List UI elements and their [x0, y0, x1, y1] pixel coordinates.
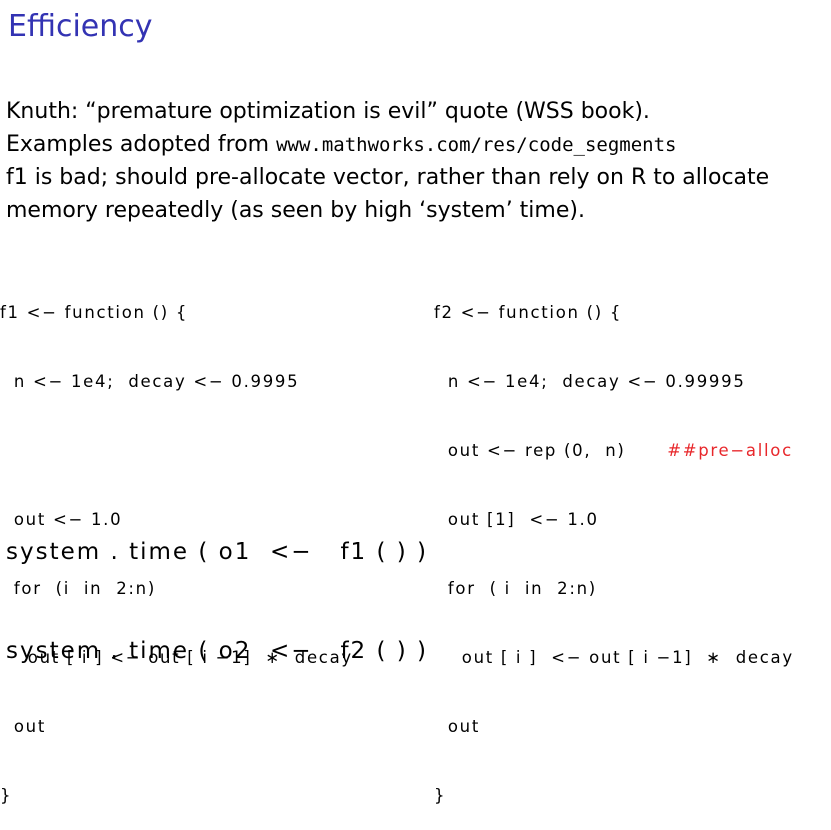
- code-line: }: [434, 786, 447, 805]
- f1-bad-line: f1 is bad; should pre-allocate vector, r…: [6, 165, 770, 190]
- code-line: n <− 1e4; decay <− 0.9995: [0, 372, 300, 391]
- code-line: out [ i ] <− out [ i −1] ∗ decay: [434, 648, 794, 667]
- system-time-call-o1: system . time ( o1 <− f1 ( ) ): [6, 539, 429, 565]
- examples-line: Examples adopted from www.mathworks.com/…: [6, 128, 769, 161]
- examples-url: www.mathworks.com/res/code_segments: [276, 134, 677, 156]
- examples-prefix: Examples adopted from: [6, 132, 277, 157]
- code-line: f2 <− function () {: [434, 303, 623, 322]
- system-time-calls: system . time ( o1 <− f1 ( ) ) system . …: [6, 470, 428, 701]
- slide-body: Knuth: “premature optimization is evil” …: [6, 95, 769, 227]
- code-line: for ( i in 2:n): [434, 579, 597, 598]
- slide-title: Efficiency: [8, 9, 153, 44]
- code-line: out [1] <− 1.0: [434, 510, 599, 529]
- code-text: out <− rep (0, n): [434, 441, 626, 460]
- code-line: out: [434, 717, 481, 736]
- knuth-quote-line: Knuth: “premature optimization is evil” …: [6, 99, 650, 124]
- memory-line: memory repeatedly (as seen by high ‘syst…: [6, 198, 585, 223]
- code-line: out: [0, 717, 47, 736]
- code-line: n <− 1e4; decay <− 0.99995: [434, 372, 746, 391]
- code-line: }: [0, 786, 13, 805]
- code-block-f2: f2 <− function () { n <− 1e4; decay <− 0…: [434, 255, 794, 830]
- system-time-call-o2: system . time ( o2 <− f2 ( ) ): [6, 638, 429, 664]
- code-line-with-comment: out <− rep (0, n) ##pre−alloc: [434, 439, 794, 462]
- pre-alloc-comment: ##pre−alloc: [667, 441, 793, 460]
- code-line: f1 <− function () {: [0, 303, 189, 322]
